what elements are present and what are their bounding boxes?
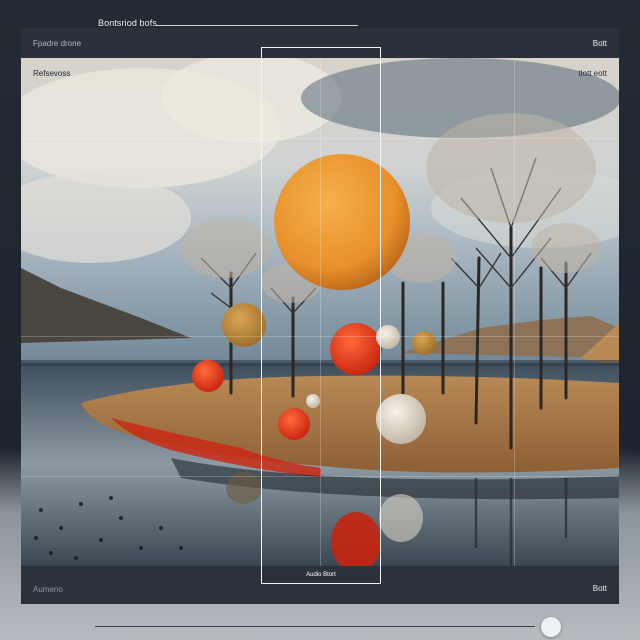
selection-label: Audio Btort bbox=[306, 572, 336, 578]
footer-right-button[interactable]: Bott bbox=[593, 584, 607, 593]
header-left-label[interactable]: Fpadre drone bbox=[33, 39, 81, 48]
top-bar-divider bbox=[156, 25, 358, 26]
top-bar-title: Bontsriod bofs bbox=[98, 18, 157, 28]
slider-thumb-icon[interactable] bbox=[541, 617, 561, 637]
selection-frame[interactable]: Audio Btort bbox=[261, 47, 381, 584]
grid-line-vertical bbox=[514, 58, 515, 566]
zoom-slider[interactable] bbox=[95, 617, 565, 637]
slider-track[interactable] bbox=[95, 626, 535, 627]
footer-left-label[interactable]: Aumeno bbox=[33, 585, 63, 594]
canvas-label-right: tlott eott bbox=[578, 69, 607, 78]
header-right-button[interactable]: Bott bbox=[593, 39, 607, 48]
top-bar: Bontsriod bofs bbox=[0, 0, 640, 28]
canvas-label-left: Refsevoss bbox=[33, 69, 71, 78]
